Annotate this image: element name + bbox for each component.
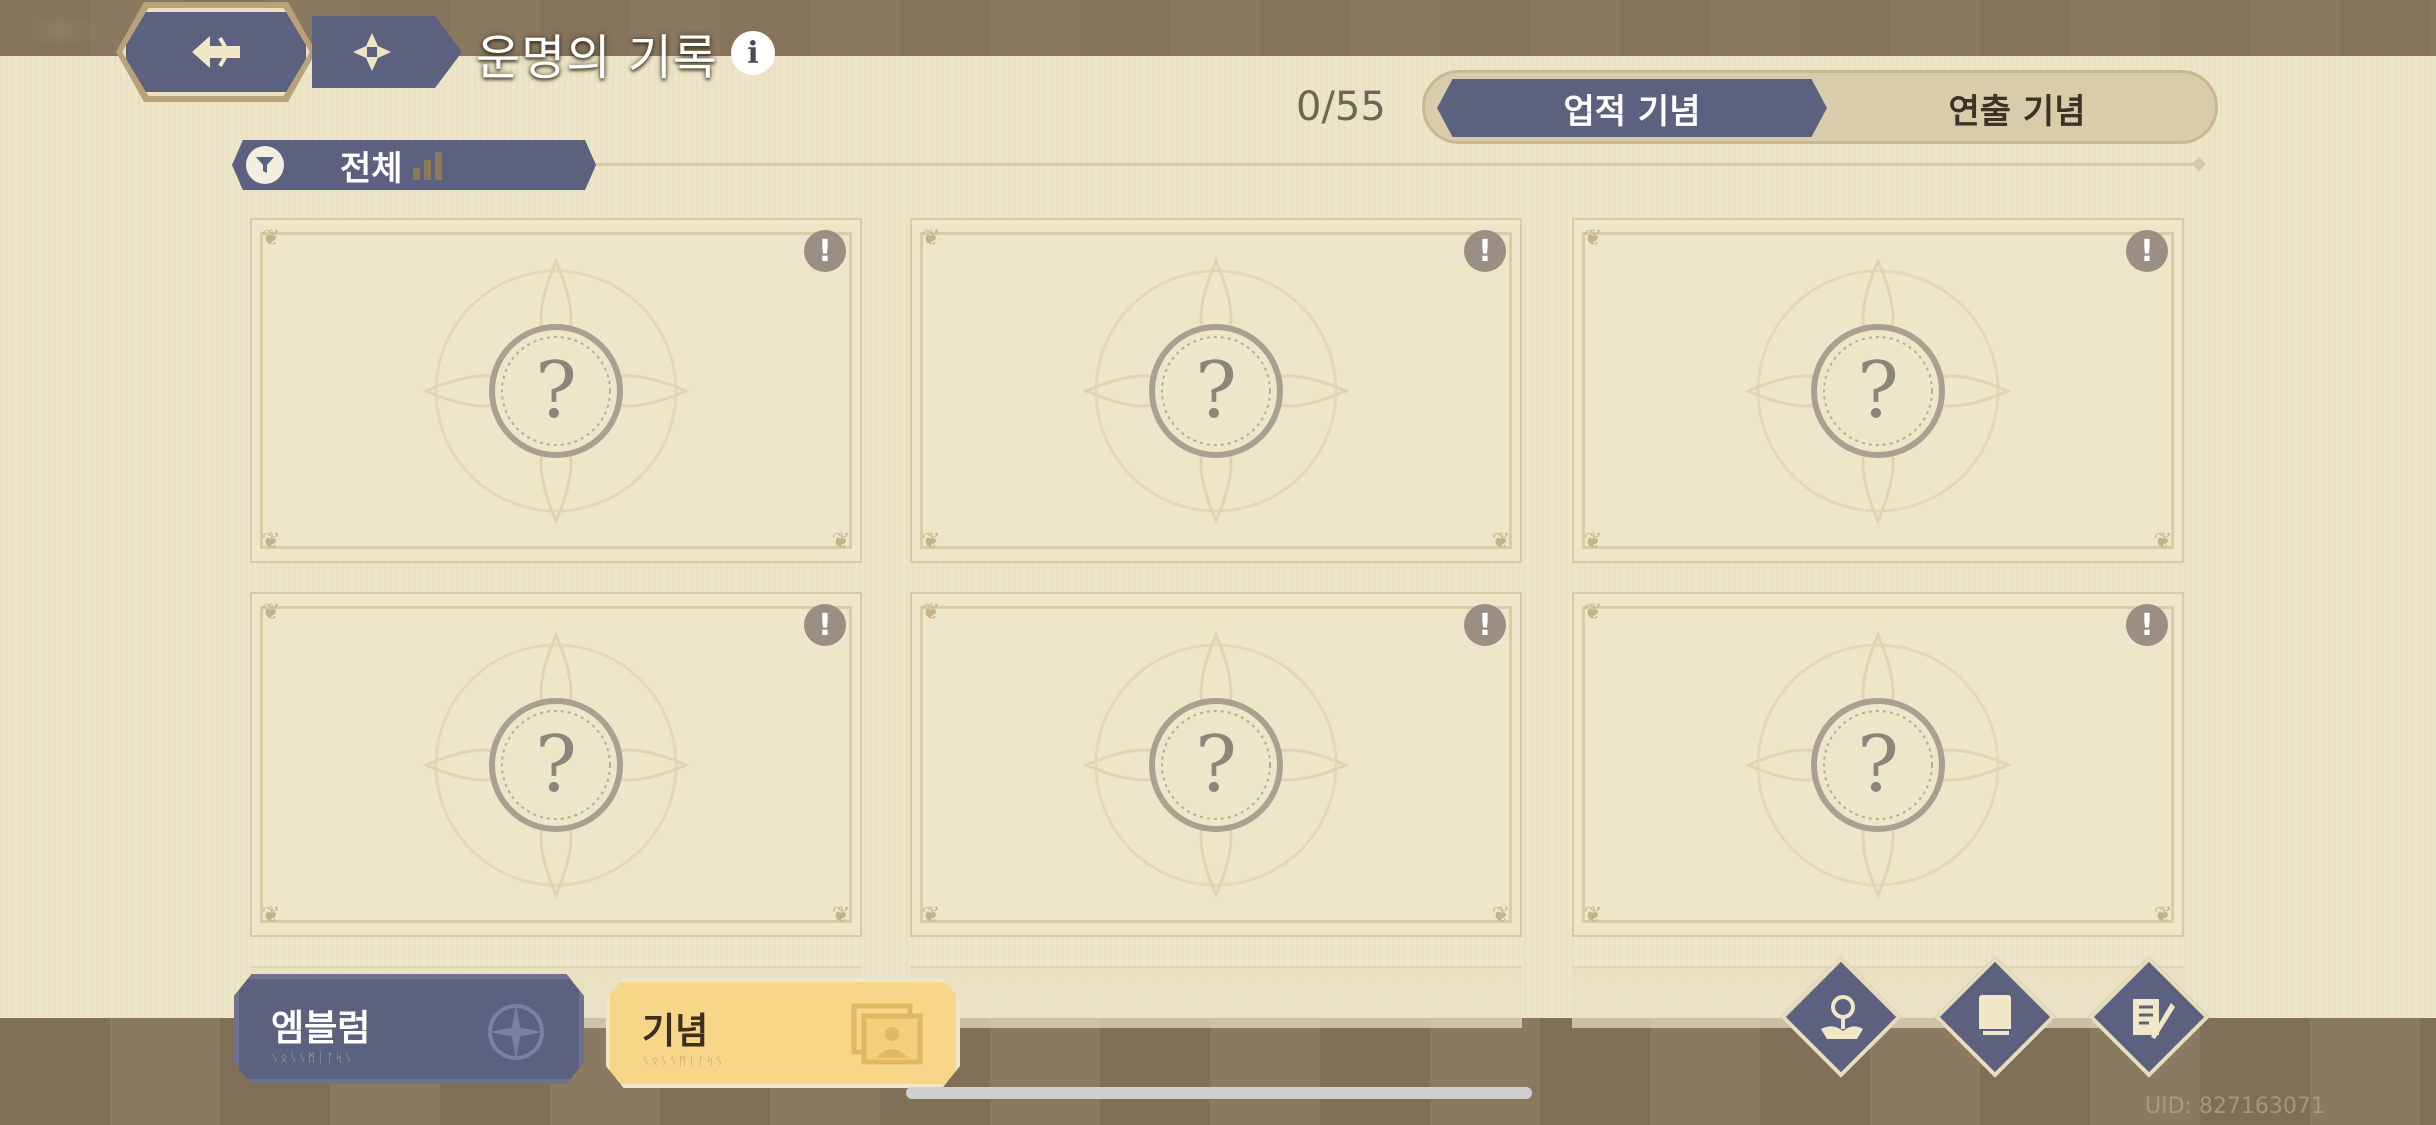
question-mark-glyph: ? <box>1857 346 1899 436</box>
info-icon[interactable]: i <box>731 31 775 75</box>
category-tabs: 업적 기념 연출 기념 <box>1422 70 2218 144</box>
corner-ornament-icon: ❦ <box>261 903 281 928</box>
grid-menu-button[interactable] <box>312 16 462 88</box>
flower-hand-button[interactable] <box>1780 956 1902 1078</box>
alert-badge-icon: ! <box>2126 230 2168 272</box>
corner-ornament-icon: ❦ <box>921 903 941 928</box>
corner-ornament-icon: ❦ <box>2153 529 2173 554</box>
filter-icon <box>246 146 284 184</box>
bottom-tab-memorial[interactable]: 기념 ᛊᛟᛊᛊᛗᛁᛚᛋᛊ <box>606 978 960 1088</box>
locked-emblem-icon: ? <box>422 256 690 525</box>
corner-ornament-icon: ❦ <box>261 529 281 554</box>
alert-badge-icon: ! <box>1464 230 1506 272</box>
book-icon <box>1979 995 2011 1037</box>
locked-emblem-icon: ? <box>422 630 690 899</box>
corner-ornament-icon: ❦ <box>1583 600 1603 625</box>
flower-hand-icon <box>1821 995 1863 1039</box>
back-button[interactable] <box>122 8 310 96</box>
corner-ornament-icon: ❦ <box>1491 529 1511 554</box>
memorial-card[interactable]: ❦❦❦❦?! <box>250 218 862 563</box>
tab-performance-memorial[interactable]: 연출 기념 <box>1827 79 2207 137</box>
bottom-tab-sub-decoration: ᛊᛟᛊᛊᛗᛁᛚᛋᛊ <box>271 1051 354 1065</box>
locked-emblem-icon: ? <box>1744 256 2012 525</box>
question-mark-glyph: ? <box>1195 720 1237 810</box>
page-title: 운명의 기록 <box>476 30 719 86</box>
alert-badge-icon: ! <box>2126 604 2168 646</box>
bottom-tab-sub-decoration: ᛊᛟᛊᛊᛗᛁᛚᛋᛊ <box>642 1054 725 1068</box>
uid-label: UID: 827163071 <box>2145 1094 2325 1119</box>
memorial-card[interactable]: ❦❦❦❦?! <box>910 592 1522 937</box>
tab-achievement-memorial[interactable]: 업적 기념 <box>1437 79 1827 137</box>
home-indicator[interactable] <box>906 1087 1532 1099</box>
filter-label: 전체 <box>340 148 403 189</box>
corner-ornament-icon: ❦ <box>831 903 851 928</box>
back-arrow-icon <box>192 36 240 68</box>
alert-badge-icon: ! <box>804 604 846 646</box>
filter-dropdown[interactable]: 전체 <box>232 140 596 190</box>
memorial-card[interactable]: ❦❦❦❦?! <box>910 218 1522 563</box>
corner-ornament-icon: ❦ <box>261 600 281 625</box>
corner-ornament-icon: ❦ <box>1491 903 1511 928</box>
alert-badge-icon: ! <box>1464 604 1506 646</box>
memorial-card[interactable]: ❦❦❦❦?! <box>1572 218 2184 563</box>
compass-icon <box>488 1004 544 1060</box>
progress-counter: 0/55 <box>1296 84 1386 130</box>
grid-menu-icon <box>353 33 391 71</box>
locked-emblem-icon: ? <box>1082 256 1350 525</box>
scroll-quill-icon <box>2133 999 2175 1039</box>
question-mark-glyph: ? <box>1857 720 1899 810</box>
bottom-tab-label: 엠블럼 <box>271 1008 371 1049</box>
locked-emblem-icon: ? <box>1744 630 2012 899</box>
filter-divider <box>596 163 2200 166</box>
corner-ornament-icon: ❦ <box>921 226 941 251</box>
memorial-card[interactable]: ❦❦❦❦?! <box>250 592 862 937</box>
corner-ornament-icon: ❦ <box>2153 903 2173 928</box>
memorial-card[interactable]: ❦❦❦❦?! <box>1572 592 2184 937</box>
bottom-tab-emblem[interactable]: 엠블럼 ᛊᛟᛊᛊᛗᛁᛚᛋᛊ <box>234 974 584 1084</box>
corner-ornament-icon: ❦ <box>921 600 941 625</box>
corner-ornament-icon: ❦ <box>1583 226 1603 251</box>
corner-ornament-icon: ❦ <box>921 529 941 554</box>
question-mark-glyph: ? <box>535 720 577 810</box>
corner-ornament-icon: ❦ <box>1583 903 1603 928</box>
corner-ornament-icon: ❦ <box>1583 529 1603 554</box>
question-mark-glyph: ? <box>535 346 577 436</box>
book-button[interactable] <box>1934 956 2056 1078</box>
question-mark-glyph: ? <box>1195 346 1237 436</box>
scroll-quill-button[interactable] <box>2088 956 2210 1078</box>
corner-ornament-icon: ❦ <box>261 226 281 251</box>
card-partial <box>910 966 1522 1028</box>
signal-bars-icon <box>412 150 442 180</box>
bottom-tab-label: 기념 <box>642 1011 709 1052</box>
corner-ornament-icon: ❦ <box>831 529 851 554</box>
picture-frame-icon <box>851 1003 923 1065</box>
alert-badge-icon: ! <box>804 230 846 272</box>
locked-emblem-icon: ? <box>1082 630 1350 899</box>
